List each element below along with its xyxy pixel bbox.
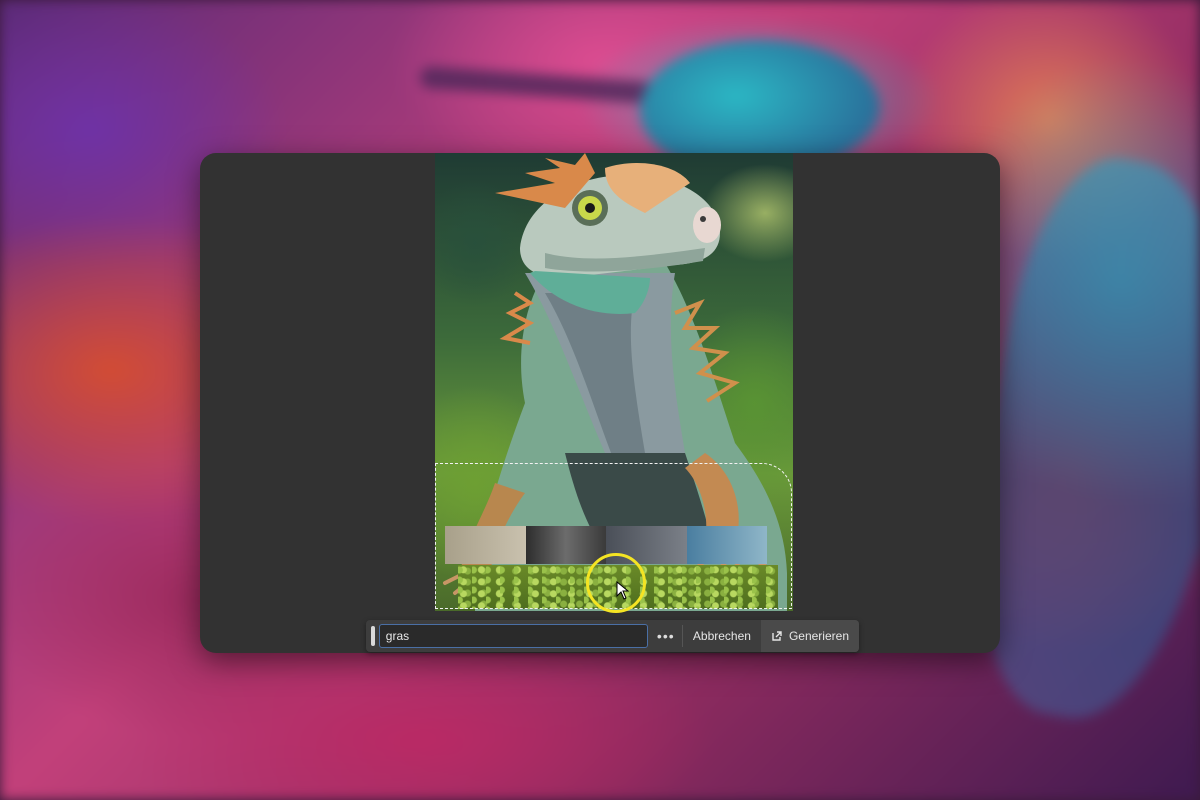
cancel-button[interactable]: Abbrechen bbox=[683, 620, 761, 652]
contextual-prompt-bar: ••• Abbrechen Generieren bbox=[366, 620, 859, 652]
prompt-input[interactable] bbox=[378, 624, 648, 648]
prompt-bar-grip[interactable] bbox=[371, 626, 375, 646]
more-options-button[interactable]: ••• bbox=[650, 620, 682, 652]
ellipsis-icon: ••• bbox=[656, 628, 675, 644]
photoshop-canvas-panel bbox=[200, 153, 1000, 653]
generate-button-label: Generieren bbox=[788, 629, 849, 643]
mouse-cursor-icon bbox=[616, 581, 630, 600]
generate-button[interactable]: Generieren bbox=[760, 620, 859, 652]
open-external-icon bbox=[772, 631, 782, 641]
cancel-button-label: Abbrechen bbox=[692, 629, 751, 643]
